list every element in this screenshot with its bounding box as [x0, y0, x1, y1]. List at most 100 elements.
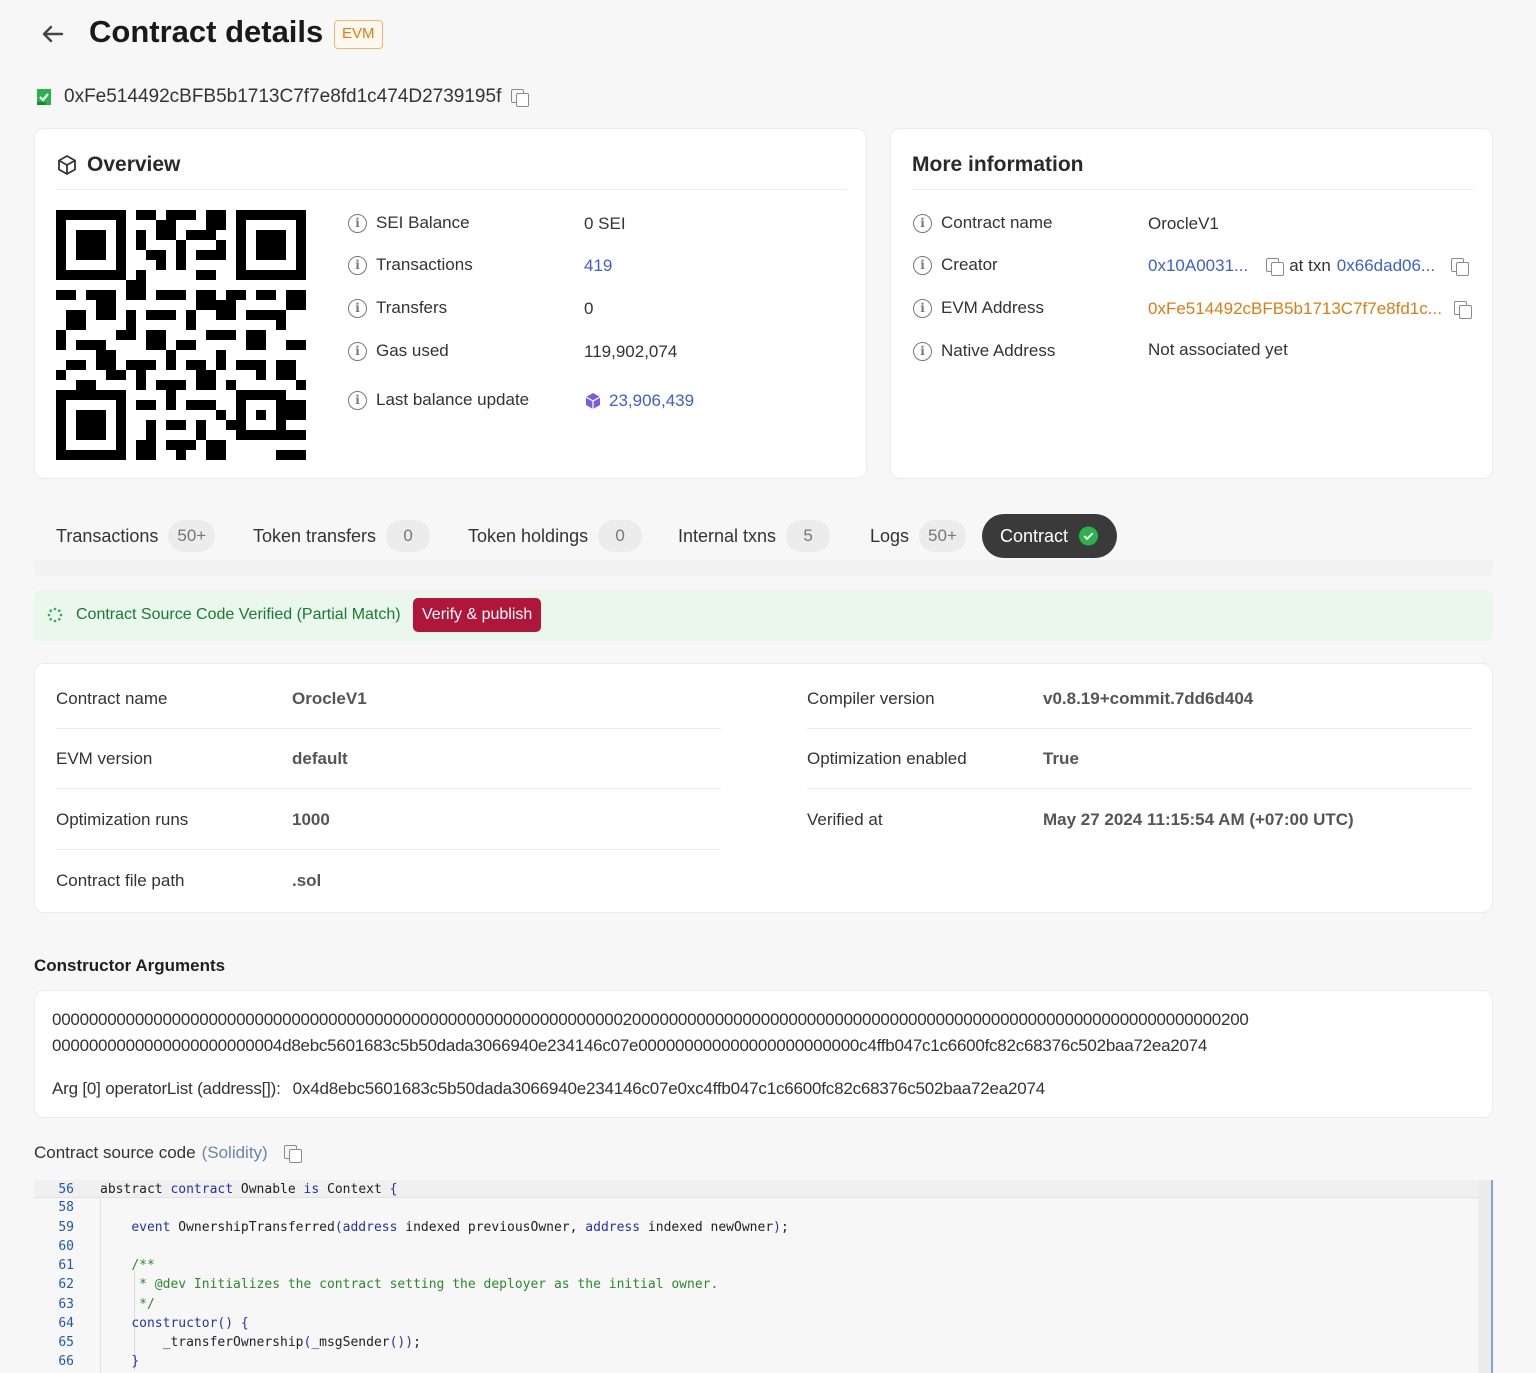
- sei-balance-value: 0 SEI: [584, 214, 626, 233]
- tab-transactions[interactable]: Transactions 50+: [34, 514, 223, 558]
- copy-icon[interactable]: [1451, 257, 1470, 276]
- tab-token-holdings[interactable]: Token holdings 0: [446, 514, 650, 558]
- contract-name-label: i Contract name: [913, 213, 1053, 233]
- constructor-args-line: 0000000000000000000000004d8ebc5601683c5b…: [52, 1036, 1208, 1055]
- detail-value: .sol: [292, 871, 322, 890]
- detail-label: Compiler version: [807, 689, 935, 708]
- evm-address-value: 0xFe514492cBFB5b1713C7f7e8fd1c...: [1148, 299, 1472, 319]
- overview-title: Overview: [87, 153, 181, 176]
- creator-value: 0x10A0031... at txn 0x66dad06...: [1148, 256, 1470, 276]
- code-line: /**: [131, 1258, 155, 1273]
- line-number: 61: [58, 1258, 74, 1273]
- transactions-label: i Transactions: [348, 255, 473, 275]
- code-editor[interactable]: 56 abstract contract Ownable is Context {…: [34, 1180, 1493, 1373]
- line-number: 58: [58, 1200, 74, 1215]
- tab-logs[interactable]: Logs 50+: [848, 514, 974, 558]
- line-number: 63: [58, 1297, 74, 1312]
- line-number: 62: [58, 1277, 74, 1292]
- detail-label: Verified at: [807, 810, 883, 829]
- copy-icon[interactable]: [283, 1144, 302, 1163]
- contract-verified-icon: [37, 89, 51, 105]
- check-circle-icon: [1078, 526, 1099, 546]
- source-code-title: Contract source code: [34, 1143, 196, 1162]
- line-number: 56: [58, 1182, 74, 1197]
- source-lang: (Solidity): [201, 1143, 268, 1162]
- line-number: 59: [58, 1220, 74, 1235]
- tab-count: 5: [786, 520, 831, 552]
- detail-label: EVM version: [56, 749, 153, 768]
- tab-panel-strip: [34, 560, 1493, 576]
- copy-icon[interactable]: [1453, 300, 1472, 319]
- line-number: 64: [58, 1316, 74, 1331]
- evm-address-label: i EVM Address: [913, 298, 1044, 318]
- block-number-link[interactable]: 23,906,439: [609, 391, 694, 411]
- detail-value: v0.8.19+commit.7dd6d404: [1043, 689, 1254, 708]
- info-icon: i: [348, 255, 367, 275]
- tab-token-transfers[interactable]: Token transfers 0: [231, 514, 438, 558]
- detail-value: True: [1043, 749, 1079, 768]
- transfers-label: i Transfers: [348, 298, 447, 318]
- code-line: _transferOwnership(_msgSender());: [100, 1335, 421, 1350]
- native-address-label: i Native Address: [913, 341, 1055, 361]
- copy-icon[interactable]: [1266, 257, 1285, 276]
- creator-address-link[interactable]: 0x10A0031...: [1148, 256, 1248, 276]
- info-icon: i: [913, 213, 932, 233]
- tab-count: 0: [598, 520, 643, 552]
- detail-label: Optimization runs: [56, 810, 189, 829]
- code-line: * @dev Initializes the contract setting …: [131, 1277, 719, 1292]
- constructor-args-card: 0000000000000000000000000000000000000000…: [34, 990, 1493, 1118]
- info-icon: i: [348, 298, 367, 318]
- arg-label: Arg [0] operatorList (address[]):: [52, 1079, 281, 1098]
- verify-publish-button[interactable]: Verify & publish: [413, 598, 542, 632]
- code-scrollbar[interactable]: [1478, 1180, 1491, 1373]
- transfers-value: 0: [584, 299, 594, 318]
- at-txn-label: at txn: [1289, 256, 1331, 275]
- info-icon: i: [348, 213, 367, 233]
- detail-value: May 27 2024 11:15:54 AM (+07:00 UTC): [1043, 810, 1354, 829]
- contract-details-card: Contract name OrocleV1 EVM version defau…: [34, 663, 1493, 913]
- tab-count: 50+: [919, 520, 966, 552]
- info-icon: i: [348, 341, 367, 361]
- tab-internal-txns[interactable]: Internal txns 5: [656, 514, 838, 558]
- detail-label: Contract name: [56, 689, 168, 708]
- overview-card: Overview i SEI Balance 0 SEI i Transaction…: [34, 128, 867, 479]
- code-line: abstract contract Ownable is Context {: [100, 1182, 398, 1197]
- page-title: Contract details: [89, 14, 324, 49]
- detail-label: Optimization enabled: [807, 749, 967, 768]
- verified-banner: Contract Source Code Verified (Partial M…: [34, 590, 1493, 641]
- code-line: constructor() {: [131, 1316, 249, 1331]
- back-arrow-icon[interactable]: [36, 18, 68, 50]
- more-info-card: More information i Contract name OrocleV1…: [890, 128, 1493, 479]
- sei-balance-label: i SEI Balance: [348, 213, 470, 233]
- info-icon: i: [913, 341, 932, 361]
- gas-used-label: i Gas used: [348, 341, 449, 361]
- detail-label: Contract file path: [56, 871, 185, 890]
- creator-txn-link[interactable]: 0x66dad06...: [1337, 256, 1435, 276]
- info-icon: i: [913, 298, 932, 318]
- tab-contract[interactable]: Contract: [982, 514, 1117, 558]
- address-row: 0xFe514492cBFB5b1713C7f7e8fd1c474D273919…: [34, 86, 530, 108]
- gas-used-value: 119,902,074: [584, 342, 678, 361]
- contract-name-value: OrocleV1: [1148, 214, 1219, 233]
- contract-address: 0xFe514492cBFB5b1713C7f7e8fd1c474D273919…: [64, 86, 502, 107]
- native-address-value: Not associated yet: [1148, 340, 1288, 359]
- code-line: event OwnershipTransferred(address index…: [131, 1220, 789, 1235]
- spinner-icon: [47, 607, 63, 623]
- creator-label: i Creator: [913, 255, 998, 275]
- detail-value: 1000: [292, 810, 330, 829]
- evm-address-link[interactable]: 0xFe514492cBFB5b1713C7f7e8fd1c...: [1148, 299, 1442, 319]
- source-code-header: Contract source code (Solidity): [34, 1143, 302, 1163]
- block-icon: [585, 393, 601, 409]
- copy-icon[interactable]: [511, 88, 530, 107]
- line-number: 65: [58, 1335, 74, 1350]
- code-line: }: [131, 1354, 140, 1369]
- cube-icon: [58, 155, 76, 175]
- tab-count: 50+: [168, 520, 216, 552]
- transactions-count-link[interactable]: 419: [584, 256, 612, 276]
- evm-badge: EVM: [334, 20, 383, 49]
- more-info-title: More information: [912, 153, 1084, 176]
- line-number: 66: [58, 1354, 74, 1369]
- verified-text: Contract Source Code Verified (Partial M…: [76, 606, 401, 623]
- last-balance-update-label: i Last balance update: [348, 390, 529, 410]
- detail-value: default: [292, 749, 348, 768]
